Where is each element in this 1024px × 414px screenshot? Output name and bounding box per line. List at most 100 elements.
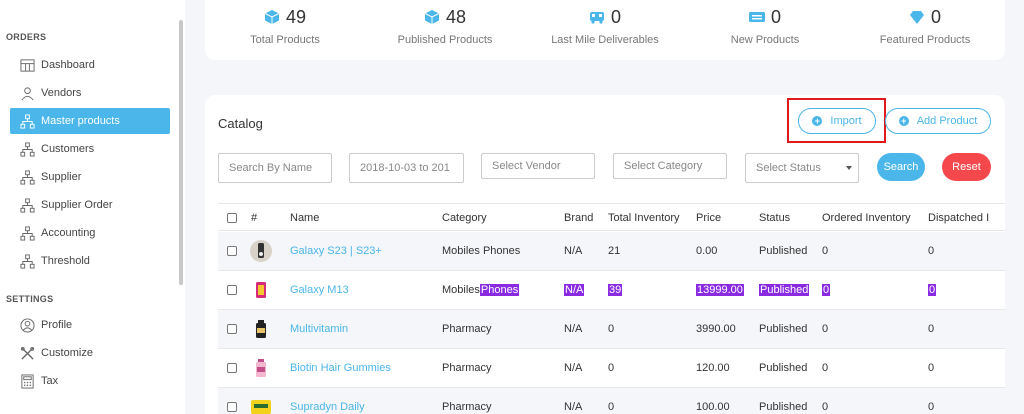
stat-new-products: 0 New Products [685,0,845,47]
stat-label: New Products [730,34,800,46]
date-range-input[interactable]: 2018-10-03 to 201 [349,153,464,183]
row-checkbox[interactable] [227,324,237,334]
stat-value: 0 [930,6,941,27]
table-row: Galaxy M13 MobilesPhones N/A 39 13999.00… [218,271,1005,310]
tax-icon [21,373,34,389]
product-name-link[interactable]: Galaxy S23 | S23+ [290,245,382,257]
sidebar-item-tax[interactable]: Tax [10,368,170,394]
stats-card: 49 Total Products 48 Published Products … [205,0,1005,60]
column-header-ordered[interactable]: Ordered Inventory [822,212,911,224]
reset-button[interactable]: Reset [942,153,991,181]
column-header-name[interactable]: Name [290,212,319,224]
add-product-button-label: Add Product [916,115,978,127]
select-all-checkbox[interactable] [227,213,237,223]
sidebar-scrollbar[interactable] [179,20,183,285]
selected-text: N/A [564,284,585,296]
product-ordered: 0 [822,362,829,374]
box-icon [424,10,440,24]
sidebar-item-label: Customize [41,347,93,359]
product-inventory: 21 [608,245,621,257]
status-select[interactable]: Select Status [745,153,859,183]
row-checkbox[interactable] [227,402,237,412]
column-header-category[interactable]: Category [442,212,487,224]
import-button[interactable]: + Import [798,108,876,134]
product-name-link[interactable]: Supradyn Daily [290,401,365,413]
product-name-link[interactable]: Multivitamin [290,323,348,335]
vendor-select[interactable]: Select Vendor [481,153,595,179]
row-checkbox[interactable] [227,363,237,373]
column-header-inventory[interactable]: Total Inventory [608,212,680,224]
column-header-dispatched[interactable]: Dispatched I [928,212,989,224]
selected-text: 0 [822,284,831,296]
product-category: Pharmacy [442,323,492,335]
search-button[interactable]: Search [877,153,925,181]
column-header-brand[interactable]: Brand [564,212,593,224]
search-name-input[interactable]: Search By Name [218,153,332,183]
category-select[interactable]: Select Category [613,153,727,179]
selected-text: 13999.00 [696,284,744,296]
stat-label: Published Products [397,34,493,46]
product-inventory: 0 [608,323,615,335]
product-thumbnail-phone [250,240,272,262]
product-category: Mobiles Phones [442,245,521,257]
column-header-price[interactable]: Price [696,212,721,224]
sidebar-item-label: Customers [41,143,95,155]
product-ordered: 0 [822,323,829,335]
sidebar-item-accounting[interactable]: Accounting [10,220,170,246]
plus-icon: + [898,116,909,126]
column-header-index: # [251,212,258,224]
status-select-label: Select Status [756,162,821,174]
truck-icon [589,12,604,24]
sidebar-item-dashboard[interactable]: Dashboard [10,52,170,78]
product-dispatched: 0 [928,284,937,296]
sidebar-item-customize[interactable]: Customize [10,340,170,366]
sidebar-item-supplier-order[interactable]: Supplier Order [10,192,170,218]
product-dispatched: 0 [928,245,935,257]
product-name-link[interactable]: Galaxy M13 [290,284,349,296]
tools-icon [20,346,35,360]
diamond-icon [909,11,924,24]
sidebar-item-label: Threshold [41,255,90,267]
catalog-title: Catalog [218,116,263,131]
stat-label: Featured Products [879,34,971,46]
sidebar-item-master-products[interactable]: Master products [10,108,170,134]
sidebar-item-vendors[interactable]: Vendors [10,80,170,106]
row-checkbox[interactable] [227,285,237,295]
sidebar-item-label: Accounting [41,227,96,239]
stat-value: 0 [610,6,621,27]
column-header-status[interactable]: Status [759,212,790,224]
product-price: 0.00 [696,245,718,257]
product-inventory: 39 [608,284,623,296]
stat-label: Total Products [250,34,320,46]
row-checkbox[interactable] [227,246,237,256]
selected-text: 39 [608,284,623,296]
product-inventory: 0 [608,362,615,374]
add-product-button[interactable]: + Add Product [885,108,991,134]
sidebar-item-profile[interactable]: Profile [10,312,170,338]
product-ordered: 0 [822,245,829,257]
sidebar-item-supplier[interactable]: Supplier [10,164,170,190]
sidebar-item-customers[interactable]: Customers [10,136,170,162]
orders-section-title: ORDERS [6,32,47,42]
user-icon [21,86,34,100]
stat-value: 48 [445,6,467,27]
product-status: Published [759,284,810,296]
stat-published-products: 48 Published Products [365,0,525,47]
sidebar-item-label: Supplier [41,171,82,183]
product-ordered: 0 [822,284,831,296]
table-row: Biotin Hair Gummies Pharmacy N/A 0 120.0… [218,349,1005,388]
hierarchy-icon [20,141,35,157]
logo [58,0,118,2]
product-category-part: Mobiles [442,284,480,296]
selected-text: 0 [928,284,937,296]
table-row: Supradyn Daily Pharmacy N/A 0 100.00 Pub… [218,388,1005,414]
table-header: # Name Category Brand Total Inventory Pr… [218,203,1005,231]
product-name-link[interactable]: Biotin Hair Gummies [290,362,391,374]
import-button-label: Import [830,115,862,127]
selected-text: Published [759,284,810,296]
stat-label: Last Mile Deliverables [551,34,659,46]
product-brand: N/A [564,323,583,335]
product-thumbnail-phone [256,282,266,298]
sidebar-item-threshold[interactable]: Threshold [10,248,170,274]
product-brand: N/A [564,362,583,374]
